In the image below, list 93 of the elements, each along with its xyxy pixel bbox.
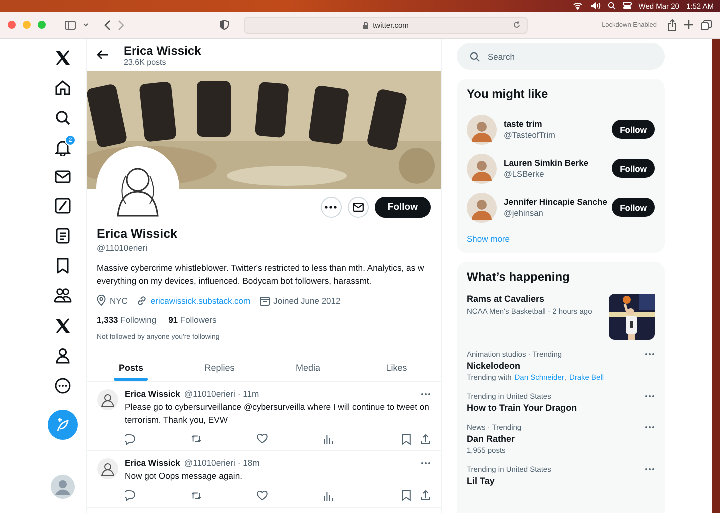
reply-icon[interactable] (125, 434, 136, 444)
profile-tab[interactable]: Media (264, 355, 352, 381)
account-name[interactable]: Jennifer Hincapie Sanche (504, 197, 606, 207)
avatar-icon[interactable] (97, 458, 119, 480)
author-name[interactable]: Erica Wissick (125, 389, 180, 399)
calendar-icon (260, 296, 270, 306)
profile-tab[interactable]: Posts (87, 355, 176, 381)
follow-button[interactable]: Follow (612, 198, 655, 217)
account-name[interactable]: Lauren Simkin Berke (504, 158, 606, 168)
bookmark-icon[interactable] (402, 434, 411, 444)
post-count: 23.6K posts (124, 58, 168, 66)
avatar-icon[interactable] (467, 114, 497, 144)
tabs-icon[interactable] (701, 20, 712, 30)
post-text: Please go to cybersurveillance @cybersurveilla where I will continue to tweet on terrorism. Thank you, EVW (125, 401, 430, 426)
location-text: NYC (110, 296, 128, 306)
account-handle: @LSBerke (504, 169, 546, 179)
more-icon (325, 206, 338, 209)
account-name[interactable]: taste trim (504, 119, 606, 129)
followers-link[interactable]: 91 Followers (168, 315, 217, 325)
account-handle: @TasteofTrim (504, 130, 556, 140)
sidebar-icon[interactable] (65, 20, 76, 30)
joined-date: Joined June 2012 (274, 296, 341, 306)
section-heading: What’s happening (467, 270, 571, 284)
profile-tab[interactable]: Replies (176, 355, 264, 381)
close-button[interactable] (8, 21, 16, 29)
trend-title[interactable]: Dan Rather (467, 434, 655, 444)
person-icon[interactable] (56, 348, 70, 364)
mail-icon[interactable] (55, 170, 71, 184)
views-icon[interactable] (323, 434, 334, 444)
compose-button[interactable] (48, 410, 78, 440)
x-logo-icon[interactable] (55, 50, 71, 66)
speaker-icon[interactable] (590, 2, 601, 10)
more-button[interactable] (320, 197, 342, 218)
more-icon[interactable] (55, 378, 71, 394)
profile-handle: @11010erieri (97, 243, 149, 253)
views-icon[interactable] (323, 490, 334, 500)
mail-icon (352, 203, 364, 212)
avatar-icon (96, 146, 180, 230)
follow-button[interactable]: Follow (612, 120, 655, 139)
profile-name: Erica Wissick (97, 227, 178, 241)
share-icon[interactable] (421, 490, 431, 501)
repost-icon[interactable] (191, 434, 202, 444)
people-icon[interactable] (54, 288, 72, 304)
post-text: Now got Oops message again. (125, 470, 244, 482)
plus-icon[interactable] (684, 20, 694, 30)
wifi-icon[interactable] (572, 2, 583, 10)
trend-title[interactable]: How to Train Your Dragon (467, 403, 655, 413)
reload-icon[interactable] (513, 21, 521, 29)
search-icon[interactable] (608, 2, 616, 10)
link-icon (136, 296, 147, 306)
following-link[interactable]: 1,333 Following (97, 315, 157, 325)
account-handle: @jehinsan (504, 208, 544, 218)
lock-icon (363, 22, 370, 28)
more-icon[interactable] (421, 462, 431, 464)
list-icon[interactable] (56, 228, 70, 244)
shield-icon[interactable] (220, 20, 229, 30)
section-heading: You might like (467, 87, 550, 101)
toggle-icon[interactable] (622, 2, 632, 10)
avatar-icon[interactable] (467, 192, 497, 222)
bookmark-icon[interactable] (57, 258, 69, 274)
avatar-icon[interactable] (467, 154, 497, 184)
author-handle: @11010erieri · 11m (184, 389, 260, 399)
trend-title[interactable]: Rams at Cavaliers (467, 294, 592, 304)
x-logo-icon[interactable] (55, 318, 71, 334)
author-name[interactable]: Erica Wissick (125, 458, 180, 468)
heart-icon[interactable] (257, 434, 268, 444)
repost-icon[interactable] (191, 490, 202, 500)
reply-icon[interactable] (125, 490, 136, 501)
slash-box-icon[interactable] (55, 198, 71, 214)
author-handle: @11010erieri · 18m (184, 458, 260, 468)
profile-bio: Massive cybercrime whistleblower. Twitter's restricted to less than mth. Analytics, as w everything on my devices, influenced. Bodycam bot followers, harassmt. (97, 262, 426, 287)
heart-icon[interactable] (257, 490, 268, 500)
bell-icon[interactable] (55, 140, 71, 156)
message-button[interactable] (348, 197, 369, 218)
feather-plus-icon (56, 418, 70, 432)
trend-title[interactable]: Nickelodeon (467, 361, 655, 371)
profile-name: Erica Wissick (124, 44, 202, 58)
chevron-down-icon[interactable] (83, 23, 89, 27)
share-icon[interactable] (668, 19, 677, 31)
trend-title[interactable]: Lil Tay (467, 476, 655, 486)
share-icon[interactable] (421, 434, 431, 444)
search-icon[interactable] (55, 110, 71, 126)
home-icon[interactable] (55, 80, 71, 96)
profile-tab[interactable]: Likes (352, 355, 441, 381)
follow-button[interactable]: Follow (374, 197, 431, 218)
more-icon[interactable] (421, 392, 431, 396)
back-arrow-icon[interactable] (97, 50, 108, 60)
location-pin-icon (97, 295, 106, 306)
avatar-icon[interactable] (97, 389, 119, 411)
follow-button[interactable]: Follow (612, 159, 655, 178)
back-icon[interactable] (104, 20, 111, 30)
search-field[interactable]: Search (457, 43, 665, 70)
bookmark-icon[interactable] (402, 490, 411, 501)
